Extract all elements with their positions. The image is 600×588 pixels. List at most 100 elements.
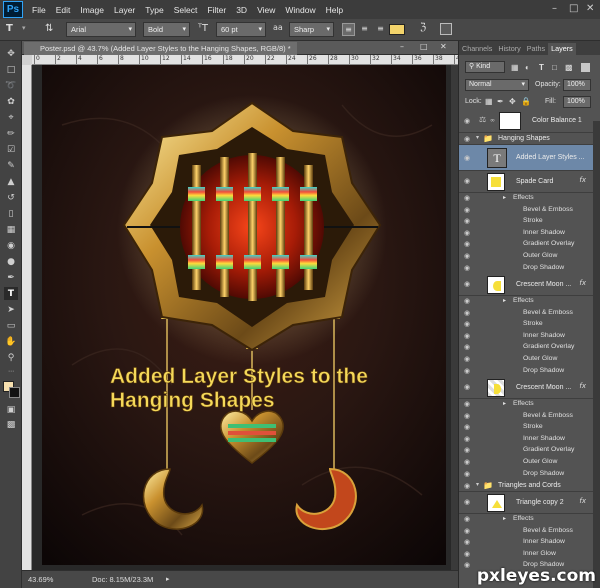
lock-transparent-icon[interactable]: ▦ <box>485 97 493 106</box>
warp-text-icon[interactable]: ℨ <box>420 22 426 33</box>
character-panel-icon[interactable] <box>440 23 452 35</box>
menu-layer[interactable]: Layer <box>109 5 140 15</box>
eye-icon[interactable]: ◉ <box>462 435 472 443</box>
close-icon[interactable]: ✕ <box>440 42 447 51</box>
eye-icon[interactable]: ◉ <box>462 309 472 317</box>
more-tools-icon[interactable]: ⋯ <box>4 365 18 378</box>
chevron-down-icon[interactable]: ▾ <box>476 481 479 488</box>
font-size-select[interactable]: 60 pt ▾ <box>216 22 266 37</box>
clone-stamp-tool-icon[interactable]: ▲ <box>4 175 18 188</box>
layer-group-hanging-shapes[interactable]: ◉ ▾ 📁 Hanging Shapes <box>459 133 593 145</box>
dodge-tool-icon[interactable]: ● <box>4 255 18 268</box>
tab-layers[interactable]: Layers <box>548 43 576 55</box>
eye-icon[interactable]: ◉ <box>462 355 472 363</box>
doc-size-info[interactable]: Doc: 8.15M/23.3M <box>92 571 153 588</box>
layer-crescent-moon-2[interactable]: ◉ Crescent Moon ... fx <box>459 377 593 399</box>
layer-color-balance[interactable]: ◉ ⚖ ∞ Color Balance 1 <box>459 109 593 133</box>
layers-scrollbar[interactable] <box>593 121 600 588</box>
fx-icon[interactable]: fx <box>579 176 586 184</box>
type-tool-icon[interactable]: T <box>6 23 20 37</box>
ruler-origin[interactable] <box>22 55 32 65</box>
type-tool-icon[interactable]: T <box>4 287 18 300</box>
eye-icon[interactable]: ◉ <box>462 383 472 391</box>
effect-item[interactable]: ◉ Inner Shadow <box>459 537 593 549</box>
gradient-tool-icon[interactable]: ▦ <box>4 223 18 236</box>
quick-mask-icon[interactable]: ▣ <box>4 403 18 416</box>
effects-header[interactable]: ◉ Effects ▸ <box>459 193 593 205</box>
tab-paths[interactable]: Paths <box>524 43 548 55</box>
effects-toggle-icon[interactable]: ▸ <box>503 400 506 407</box>
layer-text-selected[interactable]: ◉ T Added Layer Styles ... <box>459 145 593 171</box>
eye-icon[interactable]: ◉ <box>462 367 472 375</box>
effect-item[interactable]: ◉ Stroke <box>459 319 593 331</box>
eye-icon[interactable]: ◉ <box>462 498 472 506</box>
effect-item[interactable]: ◉ Bevel & Emboss <box>459 308 593 320</box>
menu-file[interactable]: File <box>27 5 51 15</box>
eye-icon[interactable]: ◉ <box>462 527 472 535</box>
effect-item[interactable]: ◉ Outer Glow <box>459 354 593 366</box>
eye-icon[interactable]: ◉ <box>462 229 472 237</box>
tab-channels[interactable]: Channels <box>459 43 495 55</box>
effects-toggle-icon[interactable]: ▸ <box>503 297 506 304</box>
eye-icon[interactable]: ◉ <box>462 194 472 202</box>
horizontal-ruler[interactable]: 0246810121416182022242628303234363840 <box>32 55 458 65</box>
opacity-input[interactable]: 100% <box>563 79 591 91</box>
eye-icon[interactable]: ◉ <box>462 400 472 408</box>
align-center-icon[interactable]: ≡ <box>358 23 371 36</box>
crop-tool-icon[interactable]: ⌖ <box>4 111 18 124</box>
filter-adjustment-icon[interactable]: ◐ <box>525 63 530 72</box>
eye-icon[interactable]: ◉ <box>462 117 472 125</box>
eye-icon[interactable]: ◉ <box>462 154 472 162</box>
eye-icon[interactable]: ◉ <box>462 458 472 466</box>
blend-mode-select[interactable]: Normal ▾ <box>465 79 529 91</box>
effect-item[interactable]: ◉ Inner Glow <box>459 549 593 561</box>
tab-history[interactable]: History <box>495 43 523 55</box>
screen-mode-icon[interactable]: ▩ <box>4 418 18 431</box>
eye-icon[interactable]: ◉ <box>462 515 472 523</box>
effect-item[interactable]: ◉ Outer Glow <box>459 251 593 263</box>
poster-caption-line1[interactable]: Added Layer Styles to the <box>110 365 369 389</box>
menu-type[interactable]: Type <box>140 5 168 15</box>
pen-tool-icon[interactable]: ✒ <box>4 271 18 284</box>
maximize-icon[interactable]: □ <box>569 3 578 14</box>
effects-toggle-icon[interactable]: ▸ <box>503 194 506 201</box>
history-brush-tool-icon[interactable]: ↺ <box>4 191 18 204</box>
quick-select-tool-icon[interactable]: ✿ <box>4 95 18 108</box>
lock-all-icon[interactable]: 🔒 <box>521 97 531 106</box>
background-color-swatch[interactable] <box>9 387 20 398</box>
layer-crescent-moon-1[interactable]: ◉ Crescent Moon ... fx <box>459 274 593 296</box>
eye-icon[interactable]: ◉ <box>462 264 472 272</box>
lock-position-icon[interactable]: ✥ <box>509 97 516 106</box>
effects-header[interactable]: ◉ Effects ▸ <box>459 399 593 411</box>
minimize-icon[interactable]: – <box>400 42 404 51</box>
maximize-icon[interactable]: □ <box>420 42 428 51</box>
eye-icon[interactable]: ◉ <box>462 280 472 288</box>
filter-toggle-icon[interactable] <box>581 63 590 72</box>
fx-icon[interactable]: fx <box>579 497 586 505</box>
eye-icon[interactable]: ◉ <box>462 135 472 143</box>
effects-header[interactable]: ◉ Effects ▸ <box>459 514 593 526</box>
layer-group-triangles[interactable]: ◉ ▾ 📁 Triangles and Cords <box>459 480 593 492</box>
eye-icon[interactable]: ◉ <box>462 297 472 305</box>
chevron-down-icon[interactable]: ▾ <box>476 134 479 141</box>
filter-smartobject-icon[interactable]: ▩ <box>565 63 573 72</box>
chevron-right-icon[interactable]: ▸ <box>166 571 170 588</box>
document-tab[interactable]: Poster.psd @ 43.7% (Added Layer Styles t… <box>24 42 297 55</box>
blur-tool-icon[interactable]: ◉ <box>4 239 18 252</box>
poster-caption-line2[interactable]: Hanging Shapes <box>110 389 275 413</box>
marquee-tool-icon[interactable]: □ <box>4 63 18 76</box>
canvas-scrollbar[interactable] <box>451 65 458 570</box>
eye-icon[interactable]: ◉ <box>462 320 472 328</box>
healing-brush-tool-icon[interactable]: ☑ <box>4 143 18 156</box>
hand-tool-icon[interactable]: ✋ <box>4 335 18 348</box>
eye-icon[interactable]: ◉ <box>462 561 472 569</box>
eye-icon[interactable]: ◉ <box>462 206 472 214</box>
fx-icon[interactable]: fx <box>579 279 586 287</box>
effect-item[interactable]: ◉ Drop Shadow <box>459 366 593 378</box>
eraser-tool-icon[interactable]: ▯ <box>4 207 18 220</box>
eye-icon[interactable]: ◉ <box>462 177 472 185</box>
zoom-level[interactable]: 43.69% <box>28 571 53 588</box>
effects-toggle-icon[interactable]: ▸ <box>503 515 506 522</box>
font-style-select[interactable]: Bold ▾ <box>143 22 190 37</box>
menu-edit[interactable]: Edit <box>51 5 76 15</box>
